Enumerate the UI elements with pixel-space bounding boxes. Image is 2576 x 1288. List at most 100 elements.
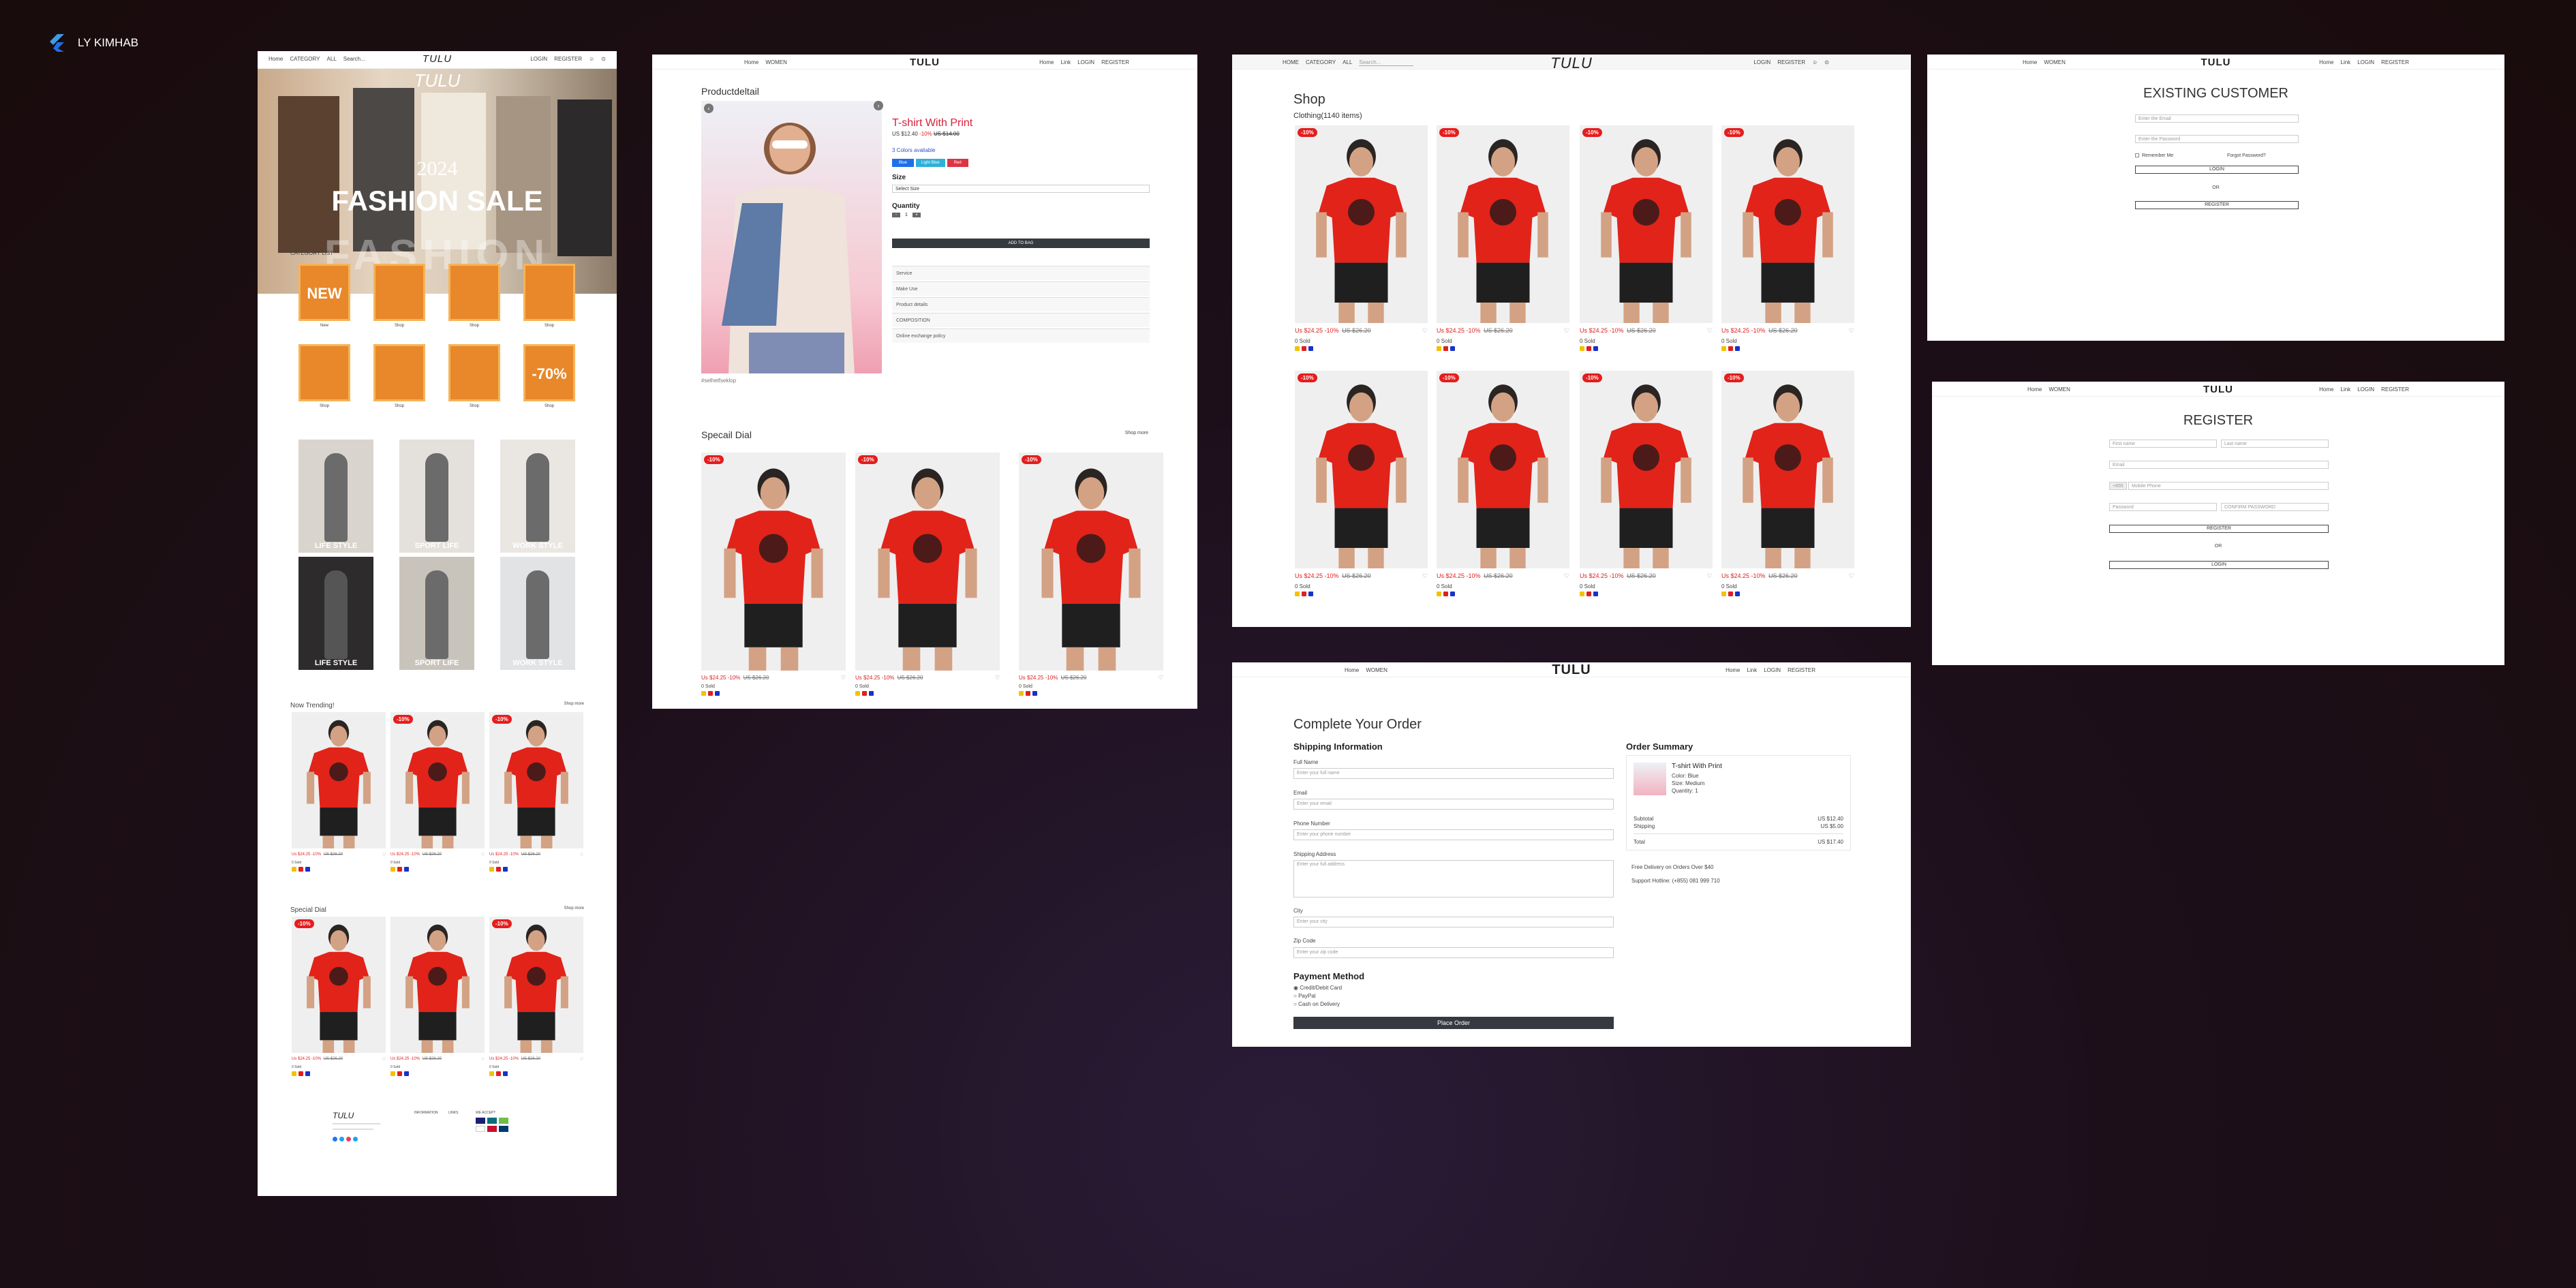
accordion-make-use[interactable]: Make Use — [892, 281, 1150, 296]
wishlist-heart-icon[interactable]: ♡ — [1849, 327, 1854, 335]
nav-link[interactable]: Link — [1061, 59, 1071, 65]
radio-cod[interactable]: ○ — [1293, 1001, 1297, 1007]
product-card[interactable]: -10% Us $24.25 -10% US $26.20 ♡ 0 Sold — [855, 453, 1000, 696]
product-card[interactable]: -10% Us $24.25 -10% US $26.20 ♡ 0 Sold — [390, 712, 485, 872]
wishlist-heart-icon[interactable]: ♡ — [1707, 572, 1713, 580]
color-swatches[interactable] — [1721, 592, 1854, 596]
hero-banner[interactable]: TULU 2024 FASHION SALE FASHION — [258, 69, 617, 294]
color-swatches[interactable] — [1295, 346, 1428, 351]
product-card[interactable]: -10% Us $24.25 -10% US $26.20 ♡ 0 Sold — [1437, 125, 1569, 351]
color-swatches[interactable] — [390, 867, 485, 872]
city-field[interactable]: Enter your city — [1293, 917, 1614, 927]
mobile-field[interactable]: Mobile Phone — [2128, 482, 2329, 490]
color-swatches[interactable] — [489, 867, 583, 872]
register-button[interactable]: REGISTER — [2109, 525, 2329, 533]
accordion-composition[interactable]: COMPOSITION — [892, 313, 1150, 327]
wishlist-heart-icon[interactable]: ♡ — [1422, 572, 1428, 580]
nav-login[interactable]: LOGIN — [2357, 59, 2374, 65]
nav-link[interactable]: Link — [2341, 59, 2351, 65]
login-button[interactable]: LOGIN — [2135, 166, 2299, 174]
remember-checkbox[interactable] — [2135, 153, 2139, 157]
size-select[interactable]: Select Size — [892, 185, 1150, 193]
nav-home-right[interactable]: Home — [2319, 386, 2333, 393]
register-button[interactable]: REGISTER — [2135, 201, 2299, 209]
nav-login[interactable]: LOGIN — [1753, 59, 1770, 65]
color-lightblue-button[interactable]: Light Blue — [916, 159, 945, 167]
color-swatches[interactable] — [1580, 592, 1713, 596]
style-tile[interactable]: LIFE STYLE — [298, 557, 373, 670]
product-card[interactable]: -10% Us $24.25 -10% US $26.20 ♡ 0 Sold — [1295, 371, 1428, 596]
nav-register[interactable]: REGISTER — [2381, 386, 2409, 393]
nav-link[interactable]: Link — [2341, 386, 2351, 393]
email-field[interactable]: Email — [2109, 461, 2329, 469]
wishlist-heart-icon[interactable]: ♡ — [1159, 675, 1163, 681]
add-to-bag-button[interactable]: ADD TO BAG — [892, 239, 1150, 248]
wishlist-heart-icon[interactable]: ♡ — [841, 675, 846, 681]
product-card[interactable]: -10% Us $24.25 -10% US $26.20 ♡ 0 Sold — [1580, 125, 1713, 351]
nav-register[interactable]: REGISTER — [2381, 59, 2409, 65]
accordion-service[interactable]: Service — [892, 266, 1150, 280]
nav-register[interactable]: REGISTER — [1777, 59, 1805, 65]
nav-login[interactable]: LOGIN — [1764, 667, 1781, 673]
nav-home-right[interactable]: Home — [2319, 59, 2333, 65]
password-field[interactable]: Password — [2109, 503, 2217, 511]
social-icons[interactable] — [333, 1137, 358, 1141]
phone-field[interactable]: Enter your phone number — [1293, 829, 1614, 840]
qty-minus-button[interactable]: - — [892, 213, 900, 217]
category-tile[interactable] — [523, 264, 575, 321]
category-tile[interactable]: NEW — [298, 264, 350, 321]
cart-icon[interactable]: ⊙ — [1824, 59, 1829, 65]
wishlist-heart-icon[interactable]: ♡ — [580, 1057, 583, 1062]
wishlist-heart-icon[interactable]: ♡ — [580, 853, 583, 857]
nav-register[interactable]: REGISTER — [1788, 667, 1815, 673]
color-blue-button[interactable]: Blue — [892, 159, 915, 167]
category-tile[interactable] — [448, 264, 500, 321]
product-card[interactable]: -10% Us $24.25 -10% US $26.20 ♡ 0 Sold — [1295, 125, 1428, 351]
color-swatches[interactable] — [292, 1071, 386, 1076]
wishlist-heart-icon[interactable]: ♡ — [1564, 327, 1569, 335]
wishlist-heart-icon[interactable]: ♡ — [1849, 572, 1854, 580]
accordion-exchange-policy[interactable]: Online exchange policy — [892, 328, 1150, 343]
cart-icon[interactable]: ⊙ — [601, 56, 606, 62]
nav-link[interactable]: Link — [1747, 667, 1758, 673]
wishlist-heart-icon[interactable]: ♡ — [1707, 327, 1713, 335]
store-logo[interactable]: TULU — [1927, 57, 2504, 68]
email-field[interactable]: Enter your email — [1293, 799, 1614, 810]
product-card[interactable]: -10% Us $24.25 -10% US $26.20 ♡ 0 Sold — [701, 453, 846, 696]
wishlist-heart-icon[interactable]: ♡ — [481, 853, 485, 857]
product-card[interactable]: -10% Us $24.25 -10% US $26.20 ♡ 0 Sold — [1437, 371, 1569, 596]
address-field[interactable]: Enter your full address — [1293, 860, 1614, 898]
last-name-field[interactable]: Last name — [2221, 440, 2329, 448]
nav-register[interactable]: REGISTER — [554, 56, 582, 62]
nav-home-right[interactable]: Home — [1726, 667, 1740, 673]
detail-shop-more[interactable]: Shop more — [1125, 431, 1148, 435]
trending-shop-more[interactable]: Shop more — [564, 702, 584, 706]
color-swatches[interactable] — [489, 1071, 583, 1076]
color-swatches[interactable] — [1721, 346, 1854, 351]
style-tile[interactable]: WORK STYLE — [500, 440, 575, 553]
product-card[interactable]: -10% Us $24.25 -10% US $26.20 ♡ 0 Sold — [1721, 371, 1854, 596]
country-code[interactable]: +855 — [2109, 482, 2127, 490]
wishlist-heart-icon[interactable]: ♡ — [382, 853, 386, 857]
category-tile[interactable] — [448, 344, 500, 401]
color-swatches[interactable] — [390, 1071, 485, 1076]
email-field[interactable]: Enter the Email — [2135, 114, 2299, 123]
first-name-field[interactable]: First name — [2109, 440, 2217, 448]
color-swatches[interactable] — [1437, 346, 1569, 351]
category-tile[interactable] — [298, 344, 350, 401]
qty-plus-button[interactable]: + — [913, 213, 921, 217]
product-card[interactable]: -10% Us $24.25 -10% US $26.20 ♡ 0 Sold — [489, 917, 583, 1076]
color-swatches[interactable] — [292, 867, 386, 872]
product-card[interactable]: Us $24.25 -10% US $26.20 ♡ 0 Sold — [292, 712, 386, 872]
category-tile[interactable]: -70% — [523, 344, 575, 401]
nav-login[interactable]: LOGIN — [2357, 386, 2374, 393]
color-swatches[interactable] — [1580, 346, 1713, 351]
confirm-password-field[interactable]: CONFIRM PASSWORD — [2221, 503, 2329, 511]
wishlist-heart-icon[interactable]: ♡ — [1422, 327, 1428, 335]
zip-field[interactable]: Enter your zip code — [1293, 947, 1614, 958]
color-swatches[interactable] — [701, 691, 846, 696]
color-swatches[interactable] — [1437, 592, 1569, 596]
user-icon[interactable]: ☺ — [1812, 59, 1818, 65]
next-image-button[interactable]: › — [874, 101, 883, 110]
quantity-stepper[interactable]: - 1 + — [892, 213, 921, 217]
